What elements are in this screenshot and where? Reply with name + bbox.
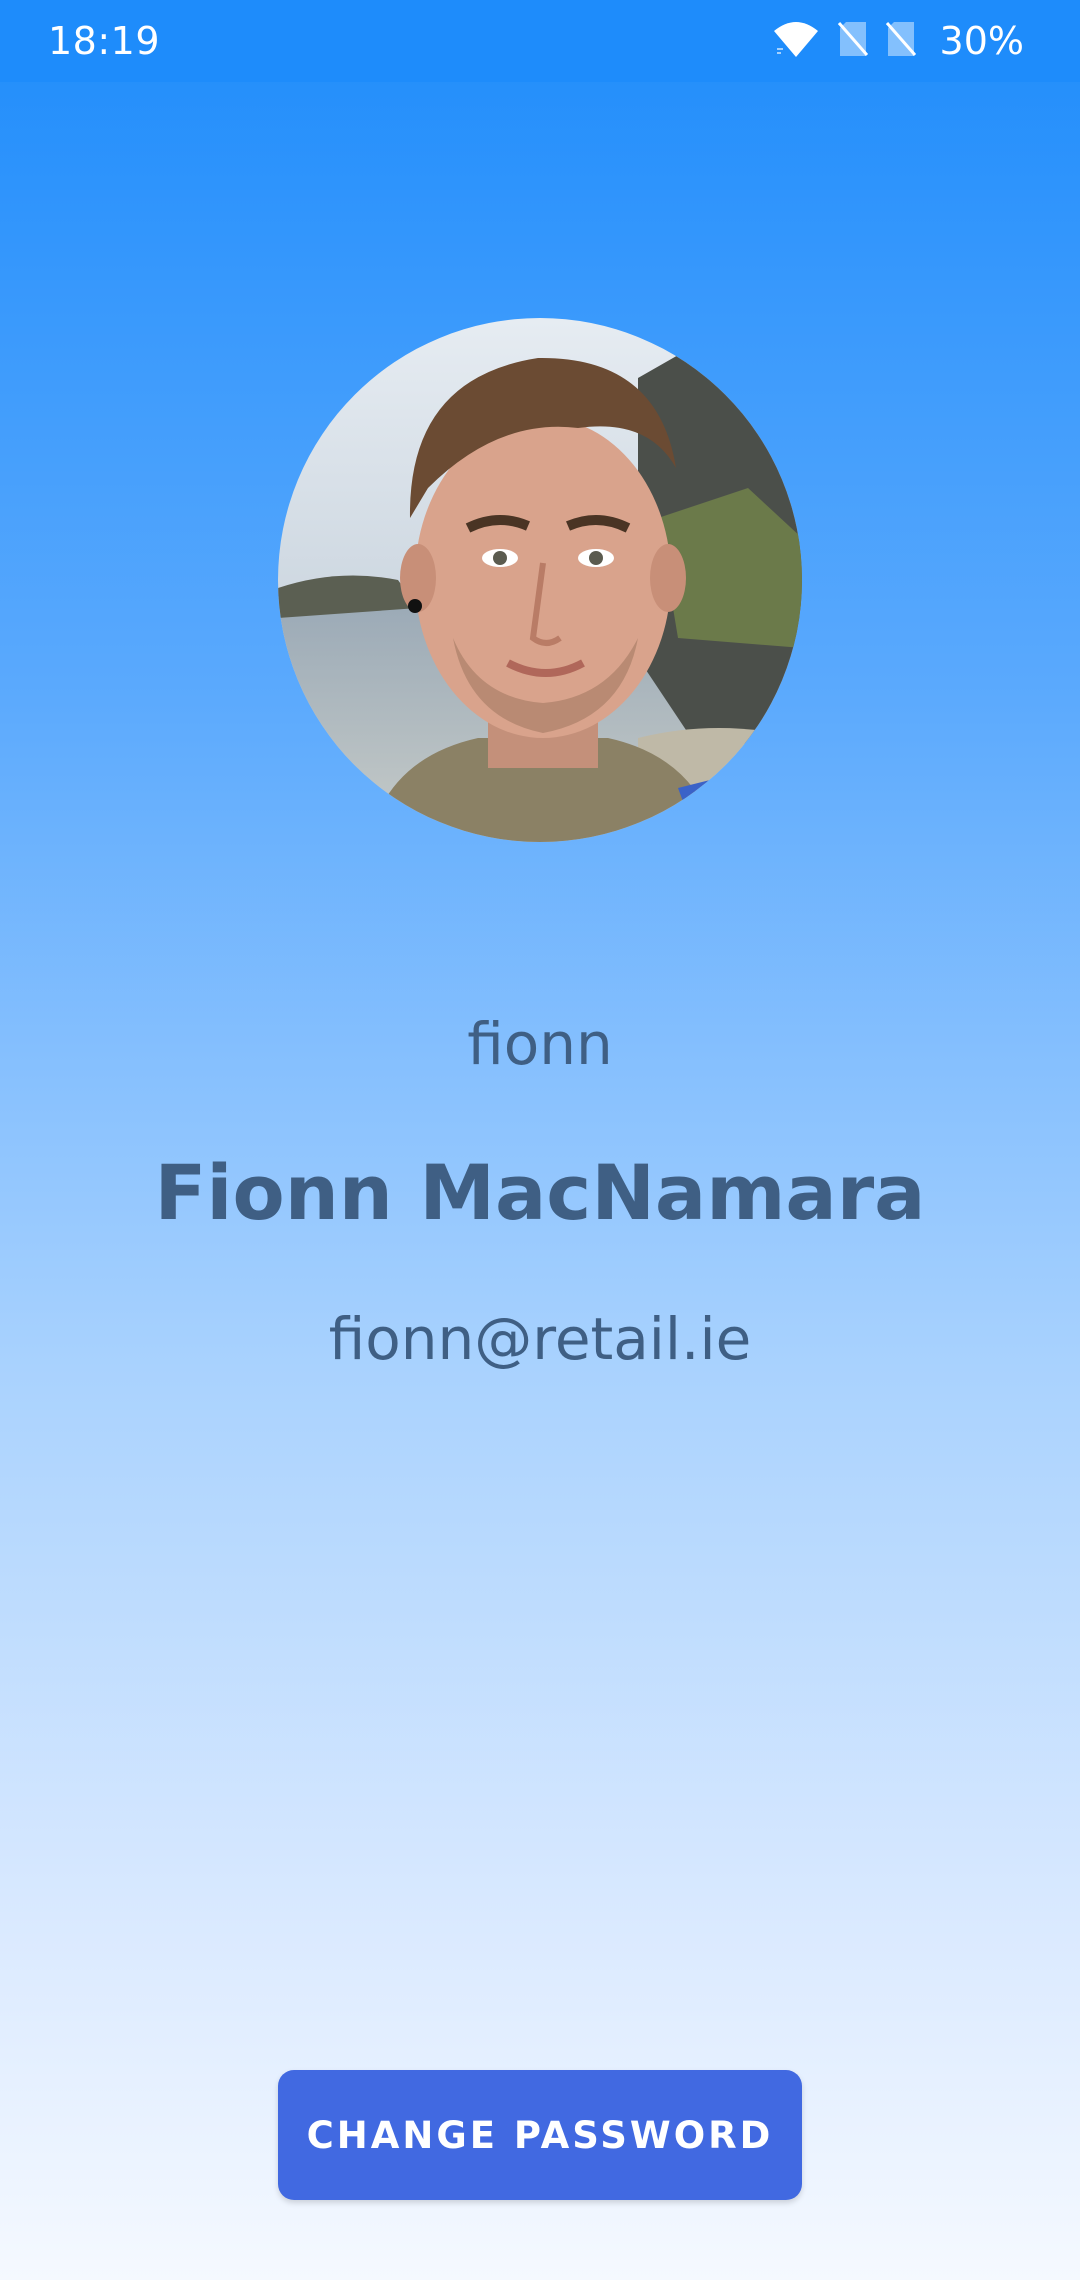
full-name: Fionn MacNamara	[154, 1148, 926, 1237]
status-icons: 30%	[772, 18, 1024, 64]
battery-level: 30%	[939, 19, 1024, 63]
sim-off-icon	[837, 20, 868, 62]
status-time: 18:19	[48, 19, 161, 63]
wifi-icon	[772, 19, 820, 63]
username: fionn	[467, 1010, 613, 1078]
change-password-button[interactable]: CHANGE PASSWORD	[278, 2070, 802, 2200]
profile-photo	[278, 318, 802, 842]
profile-avatar	[278, 318, 802, 842]
status-bar: 18:19 30%	[0, 0, 1080, 82]
sim-off-icon	[885, 20, 916, 62]
email-address: fionn@retail.ie	[328, 1305, 752, 1373]
profile-screen: fionn Fionn MacNamara fionn@retail.ie CH…	[0, 80, 1080, 2280]
